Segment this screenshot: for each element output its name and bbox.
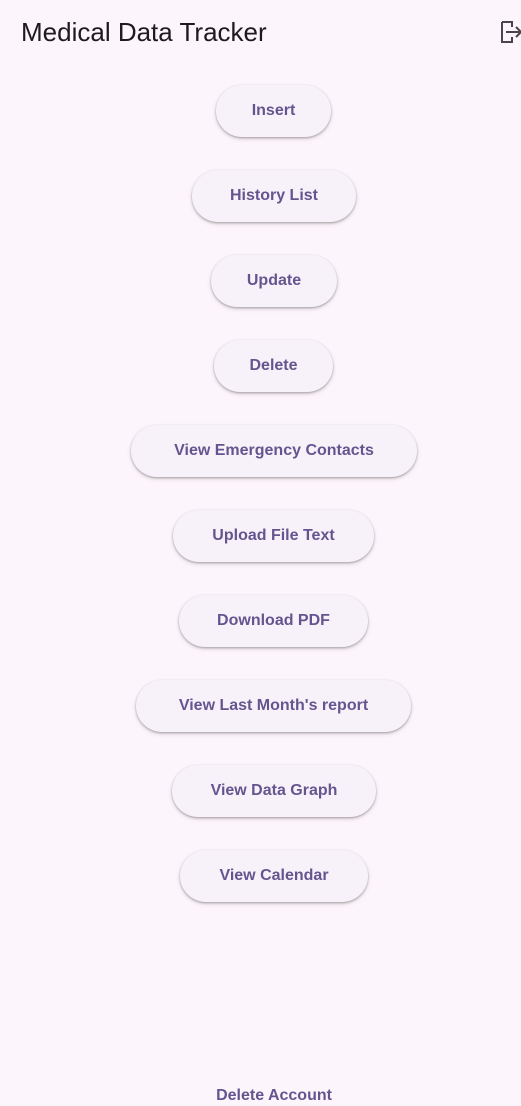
view-last-month-report-button[interactable]: View Last Month's report (136, 680, 411, 732)
view-emergency-contacts-button[interactable]: View Emergency Contacts (131, 425, 417, 477)
app-bar: Medical Data Tracker (0, 0, 521, 64)
logout-button[interactable] (499, 18, 521, 46)
download-pdf-button[interactable]: Download PDF (179, 595, 368, 647)
logout-icon (501, 21, 521, 43)
view-calendar-button[interactable]: View Calendar (180, 850, 368, 902)
view-data-graph-button[interactable]: View Data Graph (172, 765, 376, 817)
history-list-button[interactable]: History List (192, 170, 356, 222)
insert-button[interactable]: Insert (216, 85, 331, 137)
update-button[interactable]: Update (211, 255, 337, 307)
delete-account-button[interactable]: Delete Account (0, 1086, 521, 1106)
app-title: Medical Data Tracker (21, 17, 267, 47)
delete-button[interactable]: Delete (214, 340, 333, 392)
upload-file-text-button[interactable]: Upload File Text (173, 510, 374, 562)
